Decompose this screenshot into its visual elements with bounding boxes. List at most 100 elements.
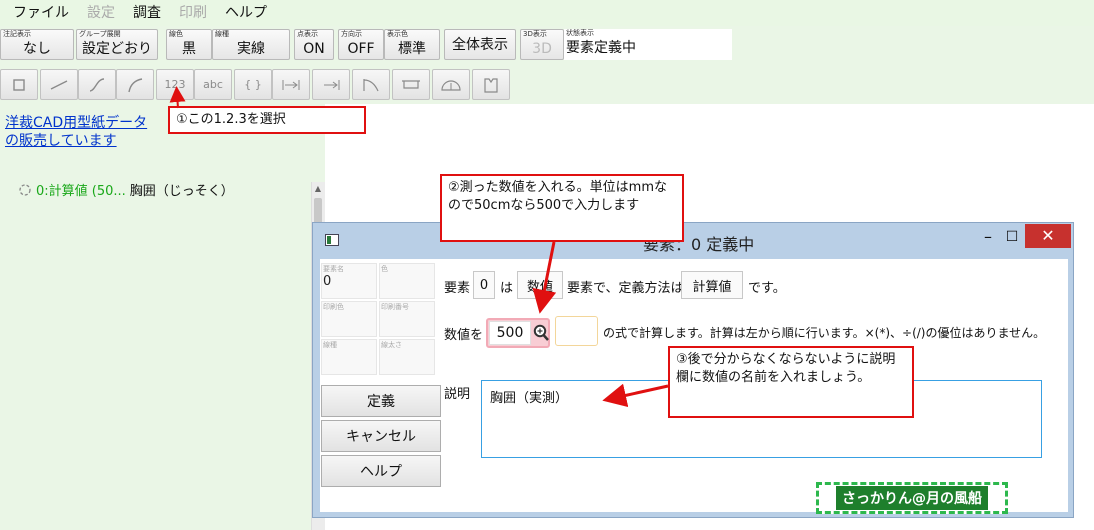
button-value: 3D xyxy=(532,41,552,57)
author-watermark: さっかりん@月の風船 xyxy=(816,482,1008,514)
formula-hint: の式で計算します。計算は左から順に行います。×(*)、÷(/)の優位はありません… xyxy=(603,326,1046,340)
menu-file[interactable]: ファイル xyxy=(4,0,78,26)
prop-caption: 線太さ xyxy=(381,341,402,349)
description-label: 説明 xyxy=(444,387,471,402)
curve-icon xyxy=(89,77,105,92)
value-label: 数値を xyxy=(444,328,484,343)
value-input[interactable]: 500 xyxy=(489,321,531,345)
prop-caption: 印刷色 xyxy=(323,303,344,311)
number-tool[interactable]: 123 xyxy=(156,69,194,100)
menu-print[interactable]: 印刷 xyxy=(170,0,216,26)
tree-item-description: 胸囲（じっそく） xyxy=(129,184,234,199)
point-display-button[interactable]: 点表示 ON xyxy=(294,29,334,60)
measure-one-tool[interactable] xyxy=(312,69,350,100)
measure-one-icon xyxy=(324,79,340,90)
element-number-field[interactable]: 0 xyxy=(473,271,495,299)
measure-both-icon xyxy=(282,79,300,90)
menu-bar: ファイル 設定 調査 印刷 ヘルプ xyxy=(0,0,1094,26)
author-name: さっかりん@月の風船 xyxy=(836,486,988,510)
curve-tool[interactable] xyxy=(78,69,116,100)
maximize-icon[interactable]: ☐ xyxy=(1001,229,1023,249)
annotation-display-button[interactable]: 注記表示 なし xyxy=(0,29,74,60)
measure-both-tool[interactable] xyxy=(272,69,310,100)
button-caption: 線種 xyxy=(215,30,229,38)
drawing-toolbar: 123 abc { } xyxy=(0,64,1094,104)
protractor-tool[interactable] xyxy=(432,69,470,100)
help-button[interactable]: ヘルプ xyxy=(321,455,441,487)
button-caption: 点表示 xyxy=(297,30,318,38)
line-type-button[interactable]: 線種 実線 xyxy=(212,29,290,60)
line-icon xyxy=(50,79,68,90)
fit-all-button[interactable]: 全体表示 xyxy=(444,29,516,60)
value-input-group: 500 xyxy=(486,318,550,348)
corner-tool[interactable] xyxy=(352,69,390,100)
button-caption: 方向示 xyxy=(341,30,362,38)
dialog-titlebar[interactable]: 要素：0 定義中 – ☐ ✕ xyxy=(313,223,1073,259)
minimize-icon[interactable]: – xyxy=(977,229,999,249)
menu-settings[interactable]: 設定 xyxy=(78,0,124,26)
annotation-step1: ①この1.2.3を選択 xyxy=(168,106,366,134)
prop-color[interactable]: 色 xyxy=(379,263,435,299)
number-icon: 123 xyxy=(164,78,186,91)
protractor-icon xyxy=(441,79,461,91)
tag-tool[interactable] xyxy=(472,69,510,100)
corner-icon xyxy=(363,78,379,91)
square-tool[interactable] xyxy=(0,69,38,100)
button-caption: 線色 xyxy=(169,30,183,38)
status-display: 状態表示 要素定義中 xyxy=(564,29,732,60)
3d-display-button[interactable]: 3D表示 3D xyxy=(520,29,564,60)
button-value: ON xyxy=(303,41,325,57)
app-icon xyxy=(325,234,339,246)
button-value: 全体表示 xyxy=(452,37,508,53)
define-button[interactable]: 定義 xyxy=(321,385,441,417)
prop-line-width[interactable]: 線太さ xyxy=(379,339,435,375)
display-toolbar: 注記表示 なし グループ展開 設定どおり 線色 黒 線種 実線 点表示 ON 方… xyxy=(0,26,1094,64)
brace-tool[interactable]: { } xyxy=(234,69,272,100)
button-value: 設定どおり xyxy=(82,41,152,57)
prop-line-type[interactable]: 線種 xyxy=(321,339,377,375)
formula-extra-input[interactable] xyxy=(555,316,598,346)
button-value: なし xyxy=(23,41,51,57)
brace-icon: { } xyxy=(244,78,262,91)
line-color-button[interactable]: 線色 黒 xyxy=(166,29,212,60)
arc-tool[interactable] xyxy=(116,69,154,100)
element-tree-item[interactable]: 0:計算値 (50... 胸囲（じっそく） xyxy=(18,180,234,199)
tree-item-name: 0:計算値 (50... xyxy=(36,184,126,199)
annotation-step2: ②測った数値を入れる。単位はmmなので50cmなら500で入力します xyxy=(440,174,684,242)
display-color-button[interactable]: 表示色 標準 xyxy=(384,29,440,60)
pocket-tool[interactable] xyxy=(392,69,430,100)
method-label: 要素で、定義方法は xyxy=(567,281,684,296)
text-icon: abc xyxy=(203,78,223,91)
desu-label: です。 xyxy=(748,281,786,296)
button-caption: 3D表示 xyxy=(523,30,547,38)
zoom-icon[interactable] xyxy=(533,323,551,343)
button-caption: 表示色 xyxy=(387,30,408,38)
menu-help[interactable]: ヘルプ xyxy=(216,0,276,26)
prop-print-color[interactable]: 印刷色 xyxy=(321,301,377,337)
arc-icon xyxy=(128,77,143,92)
button-caption: グループ展開 xyxy=(79,30,121,38)
element-kind-select[interactable]: 数値 xyxy=(517,271,563,299)
wa-label: は xyxy=(500,281,514,296)
prop-print-number[interactable]: 印刷番号 xyxy=(379,301,435,337)
prop-caption: 線種 xyxy=(323,341,337,349)
pattern-sales-link[interactable]: 洋裁CAD用型紙データの販売しています xyxy=(5,114,155,150)
scroll-up-icon[interactable]: ▲ xyxy=(311,182,325,196)
menu-inspect[interactable]: 調査 xyxy=(124,0,170,26)
app-window: ファイル 設定 調査 印刷 ヘルプ 注記表示 なし グループ展開 設定どおり 線… xyxy=(0,0,1094,530)
prop-caption: 要素名 xyxy=(323,265,344,273)
pocket-icon xyxy=(402,79,420,89)
cancel-button[interactable]: キャンセル xyxy=(321,420,441,452)
annotation-step3: ③後で分からなくならないように説明欄に数値の名前を入れましょう。 xyxy=(668,346,914,418)
group-expand-button[interactable]: グループ展開 設定どおり xyxy=(76,29,158,60)
prop-caption: 印刷番号 xyxy=(381,303,409,311)
close-icon[interactable]: ✕ xyxy=(1025,224,1071,248)
status-value: 要素定義中 xyxy=(566,40,636,56)
prop-element-name[interactable]: 要素名 0 xyxy=(321,263,377,299)
status-caption: 状態表示 xyxy=(566,29,594,37)
loading-spinner-icon xyxy=(19,183,31,196)
direction-display-button[interactable]: 方向示 OFF xyxy=(338,29,384,60)
text-tool[interactable]: abc xyxy=(194,69,232,100)
method-select[interactable]: 計算値 xyxy=(681,271,743,299)
line-tool[interactable] xyxy=(40,69,78,100)
